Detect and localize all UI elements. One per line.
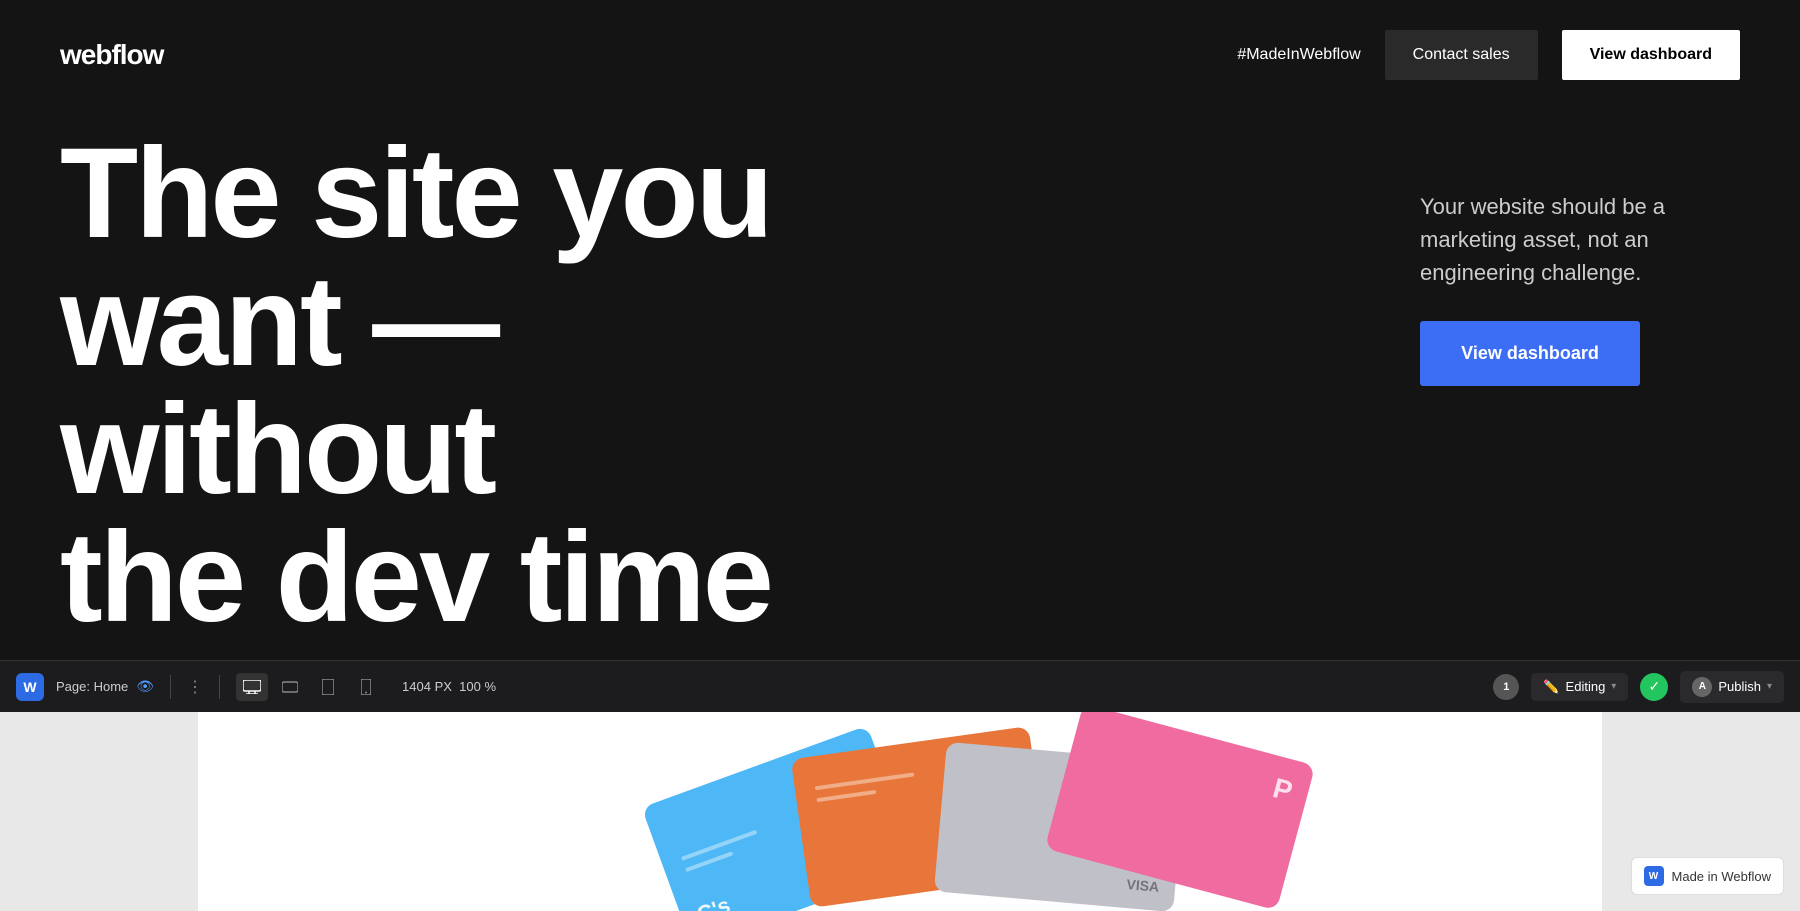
made-in-webflow-badge[interactable]: W Made in Webflow — [1631, 857, 1784, 895]
hero-left: The site you want — without the dev time — [60, 130, 1360, 642]
tablet-landscape-view-icon[interactable] — [274, 673, 306, 701]
hero-title-line2: want — without — [60, 250, 497, 521]
webflow-badge-logo: W — [1644, 866, 1664, 886]
publish-status-icon: ✓ — [1640, 673, 1668, 701]
pencil-icon: ✏️ — [1543, 679, 1559, 695]
badge-label: Made in Webflow — [1672, 869, 1771, 884]
hero-right: Your website should be a marketing asset… — [1420, 130, 1740, 386]
separator-1 — [170, 675, 171, 699]
chevron-down-icon: ▾ — [1611, 681, 1616, 692]
hero-title-line1: The site you — [60, 122, 771, 265]
navigation: webflow #MadeInWebflow Contact sales Vie… — [0, 0, 1800, 110]
hero-title: The site you want — without the dev time — [60, 130, 960, 642]
hero-title-line3: the dev time — [60, 506, 771, 649]
canvas-inner: C's VISA P — [198, 712, 1602, 911]
page-name: Page: Home — [56, 679, 128, 694]
nav-right: #MadeInWebflow Contact sales View dashbo… — [1237, 30, 1740, 80]
publish-chevron-icon: ▾ — [1767, 681, 1772, 692]
zoom-value: 100 % — [459, 679, 496, 694]
more-options-icon[interactable]: ⋮ — [187, 677, 203, 697]
publish-button[interactable]: A Publish ▾ — [1680, 671, 1784, 703]
webflow-logo: webflow — [60, 39, 163, 71]
publish-label: Publish — [1718, 679, 1761, 694]
hero-section: The site you want — without the dev time… — [0, 110, 1800, 642]
hero-description: Your website should be a marketing asset… — [1420, 190, 1740, 289]
contact-sales-button[interactable]: Contact sales — [1385, 30, 1538, 80]
editor-logo: W — [16, 673, 44, 701]
view-dashboard-nav-button[interactable]: View dashboard — [1562, 30, 1740, 80]
page-label: Page: Home 👁 — [56, 678, 154, 695]
tablet-portrait-view-icon[interactable] — [312, 673, 344, 701]
px-display: 1404 PX 100 % — [402, 679, 496, 694]
canvas-area: C's VISA P W Made in Webflow — [0, 712, 1800, 911]
user-count-badge: 1 — [1493, 674, 1519, 700]
hashtag-text: #MadeInWebflow — [1237, 46, 1360, 64]
editing-mode-button[interactable]: ✏️ Editing ▾ — [1531, 673, 1628, 701]
px-value: 1404 PX — [402, 679, 452, 694]
cards-visual: C's VISA P — [600, 742, 1200, 911]
desktop-view-icon[interactable] — [236, 673, 268, 701]
editor-toolbar: W Page: Home 👁 ⋮ 1404 PX 100 % 1 ✏️ Edit… — [0, 660, 1800, 712]
view-mode-icons — [236, 673, 382, 701]
mobile-view-icon[interactable] — [350, 673, 382, 701]
separator-2 — [219, 675, 220, 699]
publish-avatar: A — [1692, 677, 1712, 697]
editing-label: Editing — [1566, 679, 1606, 694]
eye-icon[interactable]: 👁 — [136, 678, 154, 695]
view-dashboard-hero-button[interactable]: View dashboard — [1420, 321, 1640, 386]
